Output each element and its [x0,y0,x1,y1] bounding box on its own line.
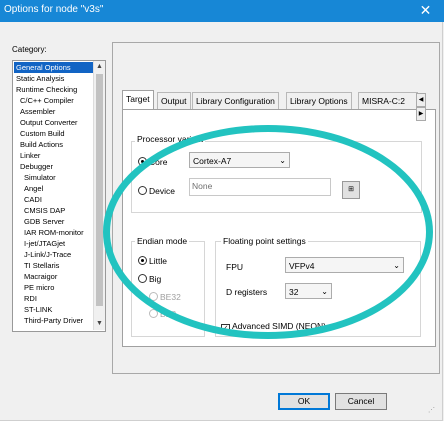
scroll-down-icon[interactable]: ▼ [94,318,105,330]
device-field[interactable]: None [189,178,331,196]
tab-scroll-arrows: ◀▶ [416,93,434,121]
checkmark-icon: ✓ [221,324,230,333]
device-placeholder: None [192,181,213,191]
tab-scroll-right-icon[interactable]: ▶ [416,107,426,121]
category-item-cmsis-dap[interactable]: CMSIS DAP [22,205,67,216]
core-label: Core [149,157,168,167]
tab-library-options[interactable]: Library Options [286,92,352,109]
category-item-pe-micro[interactable]: PE micro [22,282,56,293]
radio-selected-icon [138,256,147,265]
category-item-general-options[interactable]: General Options [14,62,102,73]
core-select[interactable]: Cortex-A7 ⌄ [189,152,290,168]
endian-mode-title: Endian mode [135,236,190,246]
tab-output[interactable]: Output [157,92,191,109]
category-item-cadi[interactable]: CADI [22,194,44,205]
be32-radio[interactable]: BE32 [149,292,181,302]
category-item-linker[interactable]: Linker [18,150,42,161]
device-radio[interactable]: Device [138,186,175,196]
d-registers-value: 32 [289,287,299,297]
category-item-iar-rom-monitor[interactable]: IAR ROM-monitor [22,227,86,238]
category-list[interactable]: General Options Static Analysis Runtime … [12,60,106,332]
cancel-button[interactable]: Cancel [335,393,387,410]
category-item-static-analysis[interactable]: Static Analysis [14,73,66,84]
little-endian-label: Little [149,256,167,266]
chevron-down-icon: ⌄ [393,261,400,270]
device-label: Device [149,186,175,196]
category-item-assembler[interactable]: Assembler [18,106,57,117]
be8-label: BE8 [160,309,177,319]
category-item-gdb-server[interactable]: GDB Server [22,216,66,227]
category-scrollbar[interactable]: ▲ ▼ [93,61,105,330]
close-icon: ✕ [419,2,432,18]
device-browse-button[interactable]: ⊞ [342,181,360,199]
category-item-output-converter[interactable]: Output Converter [18,117,80,128]
radio-unselected-icon [138,274,147,283]
core-radio[interactable]: Core [138,157,167,167]
radio-unselected-icon [138,186,147,195]
be8-radio[interactable]: BE8 [149,309,176,319]
d-registers-select[interactable]: 32 ⌄ [285,283,332,299]
close-button[interactable]: ✕ [407,0,444,22]
browse-icon: ⊞ [348,186,354,193]
tab-scroll-left-icon[interactable]: ◀ [416,93,426,107]
be32-label: BE32 [160,292,181,302]
tab-target[interactable]: Target [122,90,154,109]
category-label: Category: [12,45,47,54]
advanced-simd-label: Advanced SIMD (NEON) [232,321,326,331]
little-endian-radio[interactable]: Little [138,256,167,266]
tab-misra-c[interactable]: MISRA-C:2 [358,92,418,109]
window-title: Options for node "v3s" [4,4,104,15]
category-item-runtime-checking[interactable]: Runtime Checking [14,84,79,95]
tab-library-configuration[interactable]: Library Configuration [192,92,279,109]
d-registers-label: D registers [226,287,268,297]
big-endian-label: Big [149,274,162,284]
category-item-c-compiler[interactable]: C/C++ Compiler [18,95,76,106]
category-item-st-link[interactable]: ST-LINK [22,304,54,315]
category-item-custom-build[interactable]: Custom Build [18,128,67,139]
advanced-simd-checkbox[interactable]: ✓ Advanced SIMD (NEON) [221,321,326,333]
radio-unselected-icon [149,309,158,318]
category-item-macraigor[interactable]: Macraigor [22,271,59,282]
category-item-debugger[interactable]: Debugger [18,161,55,172]
category-item-angel[interactable]: Angel [22,183,45,194]
fpu-value: VFPv4 [289,261,315,271]
category-item-ijet[interactable]: I-jet/JTAGjet [22,238,67,249]
chevron-down-icon: ⌄ [279,156,286,165]
scrollbar-thumb[interactable] [96,74,103,306]
chevron-down-icon: ⌄ [321,287,328,296]
ok-button[interactable]: OK [278,393,330,410]
scroll-up-icon[interactable]: ▲ [94,61,105,73]
fpu-label: FPU [226,262,243,272]
radio-unselected-icon [149,292,158,301]
category-item-third-party-driver[interactable]: Third-Party Driver [22,315,85,326]
resize-grip-icon[interactable]: ⋰ [428,406,435,414]
category-item-simulator[interactable]: Simulator [22,172,58,183]
fpu-select[interactable]: VFPv4 ⌄ [285,257,404,273]
category-item-rdi[interactable]: RDI [22,293,39,304]
category-item-jlink[interactable]: J-Link/J-Trace [22,249,73,260]
category-item-ti-stellaris[interactable]: TI Stellaris [22,260,61,271]
processor-variant-title: Processor variant [135,134,206,144]
floating-point-title: Floating point settings [221,236,308,246]
core-value: Cortex-A7 [193,156,232,166]
title-bar: Options for node "v3s" [0,0,444,22]
category-item-build-actions[interactable]: Build Actions [18,139,65,150]
radio-selected-icon [138,157,147,166]
big-endian-radio[interactable]: Big [138,274,161,284]
